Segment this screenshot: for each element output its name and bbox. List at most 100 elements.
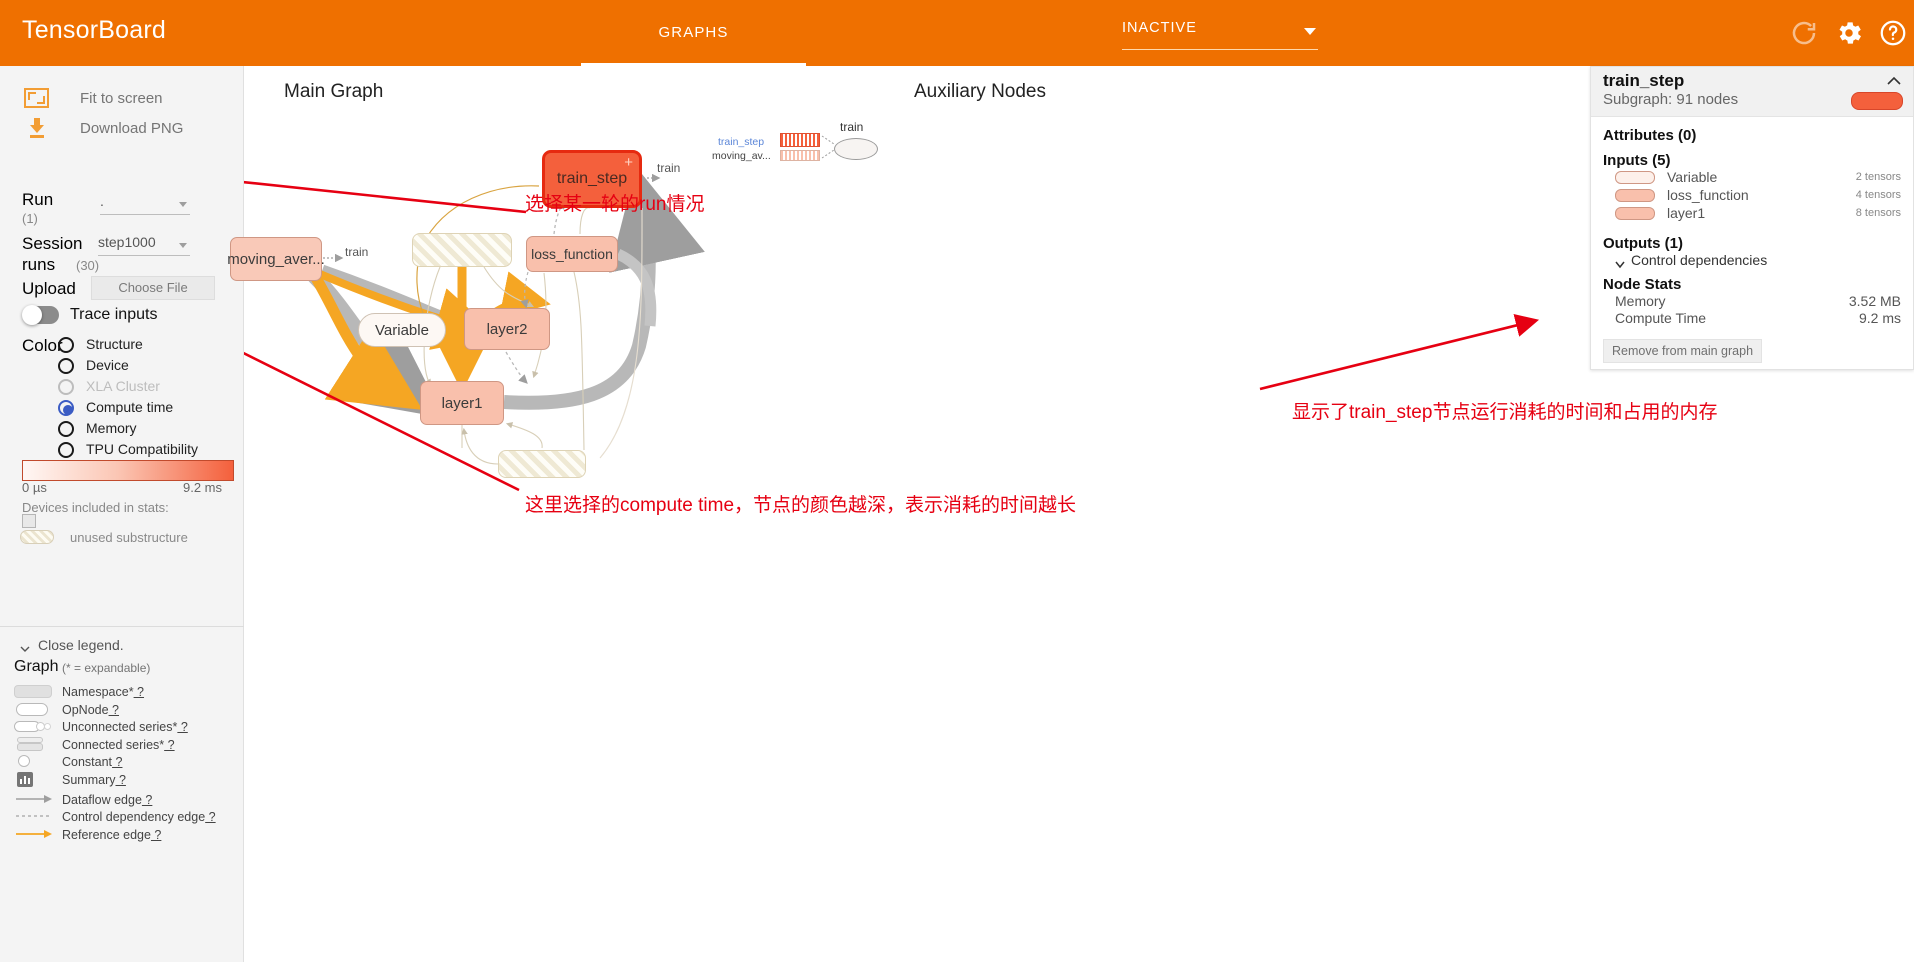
legend-label: Unconnected series* ?: [62, 720, 188, 734]
session-runs-value: step1000: [98, 234, 156, 250]
attributes-heading: Attributes (0): [1603, 127, 1697, 144]
node-color-swatch: [1851, 92, 1903, 110]
run-select[interactable]: .: [100, 193, 190, 215]
chevron-up-icon[interactable]: [1887, 73, 1901, 85]
stat-row-compute-time: Compute Time 9.2 ms: [1603, 310, 1901, 327]
input-tensor-count: 2 tensors: [1855, 171, 1901, 183]
legend-label: Dataflow edge ?: [62, 793, 153, 807]
app-header: TensorBoard GRAPHS INACTIVE: [0, 0, 1914, 66]
tab-graphs[interactable]: GRAPHS: [581, 0, 806, 66]
graph-canvas[interactable]: Main Graph Auxiliary Nodes train_step + …: [227, 66, 1717, 962]
input-row-variable[interactable]: Variable 2 tensors: [1615, 169, 1901, 187]
node-info-header: train_step Subgraph: 91 nodes: [1591, 67, 1913, 117]
run-label: Run: [22, 190, 54, 209]
graph-node-layer1[interactable]: layer1: [420, 381, 504, 425]
download-png-button[interactable]: Download PNG: [24, 118, 234, 144]
aux-series-moving-average[interactable]: [780, 150, 820, 161]
graph-node-layer2[interactable]: layer2: [464, 308, 550, 350]
control-dependencies-label: Control dependencies: [1631, 252, 1768, 268]
control-dependency-edge-icon: [14, 809, 54, 825]
inactive-label: INACTIVE: [1122, 20, 1197, 36]
edge-label-train-main: train: [657, 161, 681, 175]
graph-node-moving-average[interactable]: moving_aver...: [227, 237, 325, 281]
color-label: Color: [22, 336, 63, 355]
devices-included-label: Devices included in stats:: [22, 500, 169, 515]
session-runs-label: Session: [22, 234, 83, 253]
unused-substructure-label: unused substructure: [70, 530, 188, 545]
input-color-chip: [1615, 189, 1655, 202]
devices-checkbox[interactable]: [22, 514, 36, 528]
gear-icon[interactable]: [1834, 18, 1864, 48]
namespace-icon: [14, 684, 54, 700]
edge-label-train-left: train: [345, 245, 369, 259]
unused-substructure-node-bottom[interactable]: [498, 450, 586, 478]
gradient-min-label: 0 µs: [22, 480, 47, 495]
radio-icon: [58, 379, 74, 395]
radio-icon: [58, 337, 74, 353]
aux-label-train-step: train_step: [718, 136, 765, 148]
connected-series-icon: [14, 737, 54, 753]
toggle-knob: [22, 305, 42, 325]
input-name: Variable: [1667, 169, 1718, 185]
reference-edge-icon: [14, 827, 54, 843]
fit-to-screen-button[interactable]: Fit to screen: [24, 88, 234, 114]
input-name: layer1: [1667, 205, 1706, 221]
stat-key: Memory: [1615, 293, 1666, 309]
outputs-heading: Outputs (1): [1603, 235, 1683, 252]
sidebar: Fit to screen Download PNG Run (1) . Ses…: [0, 66, 244, 962]
unconnected-series-icon: [14, 719, 54, 735]
download-icon: [28, 118, 46, 142]
auxiliary-node-cluster[interactable]: train_step moving_av... train: [712, 120, 878, 176]
node-info-body: Attributes (0) Inputs (5) Variable 2 ten…: [1591, 117, 1913, 363]
input-name: loss_function: [1667, 187, 1749, 203]
color-option-label: Memory: [86, 420, 137, 436]
aux-series-train-step[interactable]: [780, 133, 820, 147]
session-runs-count: (30): [76, 258, 100, 273]
node-label: layer2: [486, 320, 528, 338]
node-label: moving_aver...: [227, 250, 325, 268]
expand-plus-icon[interactable]: +: [624, 154, 633, 171]
trace-inputs-label: Trace inputs: [70, 306, 158, 323]
aux-label-moving-average: moving_av...: [712, 150, 771, 162]
legend-divider: [0, 626, 244, 627]
node-label: layer1: [441, 394, 483, 412]
chevron-down-icon: [179, 243, 187, 248]
stat-value: 9.2 ms: [1858, 310, 1901, 326]
fit-to-screen-label: Fit to screen: [80, 90, 163, 107]
radio-icon: [58, 442, 74, 458]
help-icon[interactable]: [1878, 18, 1908, 48]
inactive-dropdown[interactable]: INACTIVE: [1122, 20, 1318, 50]
radio-icon-selected: [58, 400, 74, 416]
node-label: Variable: [375, 321, 429, 339]
color-option-label: Device: [86, 357, 129, 373]
input-row-layer1[interactable]: layer1 8 tensors: [1615, 205, 1901, 223]
annotation-run: 选择某一轮的run情况: [525, 194, 705, 215]
control-dependencies-toggle[interactable]: Control dependencies: [1615, 252, 1901, 269]
legend-label: Namespace* ?: [62, 685, 145, 699]
node-info-panel: train_step Subgraph: 91 nodes Attributes…: [1590, 66, 1914, 370]
choose-file-button[interactable]: Choose File: [91, 276, 215, 300]
session-runs-select[interactable]: step1000: [98, 234, 190, 256]
input-color-chip: [1615, 171, 1655, 184]
color-option-label: XLA Cluster: [86, 378, 160, 394]
chevron-down-icon: [179, 202, 187, 207]
color-option-label: Structure: [86, 336, 143, 352]
color-option-label: TPU Compatibility: [86, 441, 199, 457]
stat-row-memory: Memory 3.52 MB: [1603, 293, 1901, 310]
aux-node-train[interactable]: [834, 138, 878, 160]
opnode-icon: [14, 702, 54, 718]
input-row-loss-function[interactable]: loss_function 4 tensors: [1615, 187, 1901, 205]
reload-icon[interactable]: [1789, 18, 1819, 48]
input-tensor-count: 8 tensors: [1855, 207, 1901, 219]
chevron-down-icon: [20, 641, 30, 652]
upload-label: Upload: [22, 279, 76, 298]
legend-label: Constant ?: [62, 755, 123, 769]
remove-from-main-graph-button[interactable]: Remove from main graph: [1603, 339, 1763, 363]
node-label: train_step: [556, 170, 628, 187]
legend-label: Reference edge ?: [62, 828, 162, 842]
legend-title: Graph: [14, 658, 59, 675]
unused-substructure-node-top[interactable]: [412, 233, 512, 267]
trace-inputs-toggle[interactable]: [22, 305, 59, 325]
graph-node-variable[interactable]: Variable: [358, 313, 446, 347]
graph-node-loss-function[interactable]: loss_function: [526, 236, 618, 272]
